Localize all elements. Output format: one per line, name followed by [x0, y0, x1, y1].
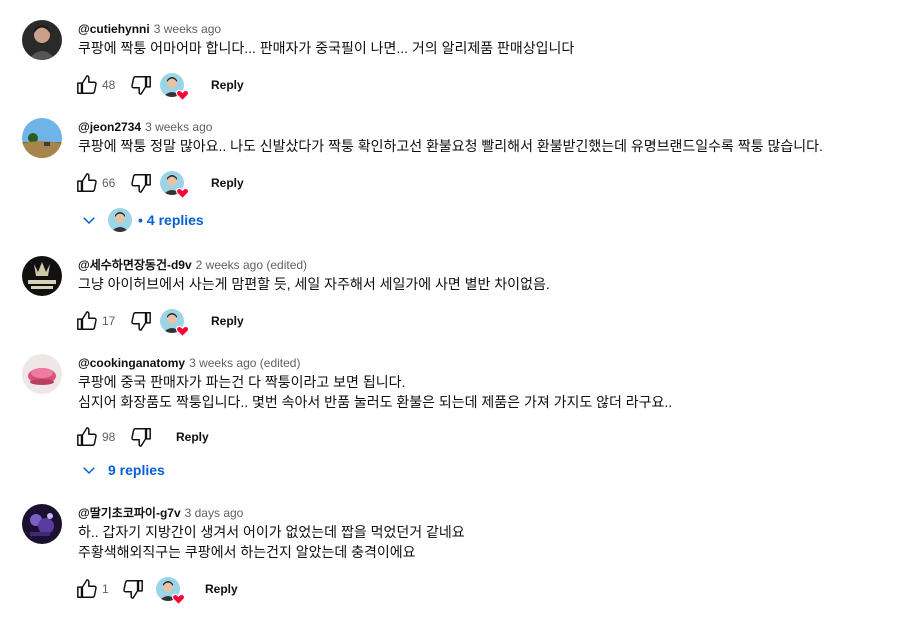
author-avatar[interactable]	[22, 20, 62, 60]
separator-dot: •	[138, 212, 143, 228]
comment-line: 그냥 아이허브에서 사는게 맘편할 듯, 세일 자주해서 세일가에 사면 별반 …	[78, 276, 550, 292]
like-button[interactable]	[76, 573, 98, 605]
like-count: 1	[102, 582, 109, 596]
creator-heart-badge	[156, 577, 185, 605]
comment-line: 쿠팡에 짝퉁 정말 많아요.. 나도 신발샀다가 짝퉁 확인하고선 환불요청 빨…	[78, 138, 823, 154]
reply-button[interactable]: Reply	[211, 305, 244, 337]
creator-avatar	[108, 208, 132, 232]
thumb-up-icon	[77, 427, 97, 446]
author-avatar[interactable]	[22, 354, 62, 394]
like-count: 17	[102, 314, 116, 328]
author-avatar[interactable]	[22, 118, 62, 158]
thumb-up-icon	[77, 579, 97, 598]
like-button[interactable]	[76, 167, 98, 199]
thumb-down-icon	[131, 174, 151, 193]
like-count: 98	[102, 430, 116, 444]
author-name[interactable]: @cutiehynni	[78, 22, 150, 36]
dislike-button[interactable]	[130, 421, 152, 453]
replies-count[interactable]: 9 replies	[108, 462, 165, 478]
creator-heart-badge	[160, 73, 189, 101]
comment-text: 그냥 아이허브에서 사는게 맘편할 듯, 세일 자주해서 세일가에 사면 별반 …	[78, 274, 550, 294]
thumb-up-icon	[77, 311, 97, 330]
comment-line: 하.. 갑자기 지방간이 생겨서 어이가 없었는데 짭을 먹었던거 같네요	[78, 524, 465, 540]
heart-icon	[176, 325, 189, 337]
like-button[interactable]	[76, 69, 98, 101]
author-avatar[interactable]	[22, 256, 62, 296]
comment-header: @cookinganatomy 3 weeks ago (edited)	[78, 354, 300, 372]
dislike-button[interactable]	[130, 305, 152, 337]
author-name[interactable]: @세수하면장동건-d9v	[78, 258, 192, 272]
comment-header: @cutiehynni 3 weeks ago	[78, 20, 221, 38]
reply-button[interactable]: Reply	[211, 167, 244, 199]
creator-heart-badge	[160, 309, 189, 337]
chevron-down-icon	[83, 217, 95, 225]
comment-text: 하.. 갑자기 지방간이 생겨서 어이가 없었는데 짭을 먹었던거 같네요 주황…	[78, 522, 465, 562]
heart-icon	[176, 187, 189, 199]
replies-count[interactable]: 4 replies	[147, 212, 204, 228]
comment-time[interactable]: 3 weeks ago (edited)	[189, 356, 300, 370]
author-name[interactable]: @jeon2734	[78, 120, 141, 134]
heart-icon	[176, 89, 189, 101]
dislike-button[interactable]	[122, 573, 144, 605]
reply-button[interactable]: Reply	[176, 421, 209, 453]
comment-header: @jeon2734 3 weeks ago	[78, 118, 212, 136]
thumb-down-icon	[131, 76, 151, 95]
thumb-up-icon	[77, 173, 97, 192]
comment-text: 쿠팡에 짝퉁 정말 많아요.. 나도 신발샀다가 짝퉁 확인하고선 환불요청 빨…	[78, 136, 823, 156]
reply-button[interactable]: Reply	[211, 69, 244, 101]
like-button[interactable]	[76, 305, 98, 337]
comment-text: 쿠팡에 짝퉁 어마어마 합니다... 판매자가 중국필이 나면... 거의 알리…	[78, 38, 574, 58]
thumb-down-icon	[131, 428, 151, 447]
author-name[interactable]: @cookinganatomy	[78, 356, 185, 370]
comment-line: 주황색해외직구는 쿠팡에서 하는건지 알았는데 충격이에요	[78, 544, 416, 560]
thumb-down-icon	[131, 312, 151, 331]
dislike-button[interactable]	[130, 69, 152, 101]
comment-time[interactable]: 2 weeks ago (edited)	[196, 258, 307, 272]
comment-time[interactable]: 3 days ago	[185, 506, 244, 520]
comment-text: 쿠팡에 중국 판매자가 파는건 다 짝퉁이라고 보면 됩니다. 심지어 화장품도…	[78, 372, 672, 412]
comment-header: @딸기초코파이-g7v 3 days ago	[78, 504, 243, 522]
dislike-button[interactable]	[130, 167, 152, 199]
view-replies-button[interactable]: 9 replies	[80, 456, 165, 484]
comment-line: 쿠팡에 짝퉁 어마어마 합니다... 판매자가 중국필이 나면... 거의 알리…	[78, 40, 575, 56]
comment-time[interactable]: 3 weeks ago	[154, 22, 221, 36]
comment-time[interactable]: 3 weeks ago	[145, 120, 212, 134]
heart-icon	[172, 593, 185, 605]
thumb-down-icon	[123, 580, 143, 599]
like-button[interactable]	[76, 421, 98, 453]
comment-line: 쿠팡에 중국 판매자가 파는건 다 짝퉁이라고 보면 됩니다.	[78, 374, 406, 390]
creator-heart-badge	[160, 171, 189, 199]
comment-header: @세수하면장동건-d9v 2 weeks ago (edited)	[78, 256, 307, 274]
author-avatar[interactable]	[22, 504, 62, 544]
chevron-down-icon	[83, 467, 95, 475]
like-count: 66	[102, 176, 116, 190]
author-name[interactable]: @딸기초코파이-g7v	[78, 506, 181, 520]
comment-line: 심지어 화장품도 짝퉁입니다.. 몇번 속아서 반품 눌러도 환불은 되는데 제…	[78, 394, 673, 410]
thumb-up-icon	[77, 75, 97, 94]
view-replies-button[interactable]: • 4 replies	[80, 206, 204, 234]
like-count: 48	[102, 78, 116, 92]
reply-button[interactable]: Reply	[205, 573, 238, 605]
